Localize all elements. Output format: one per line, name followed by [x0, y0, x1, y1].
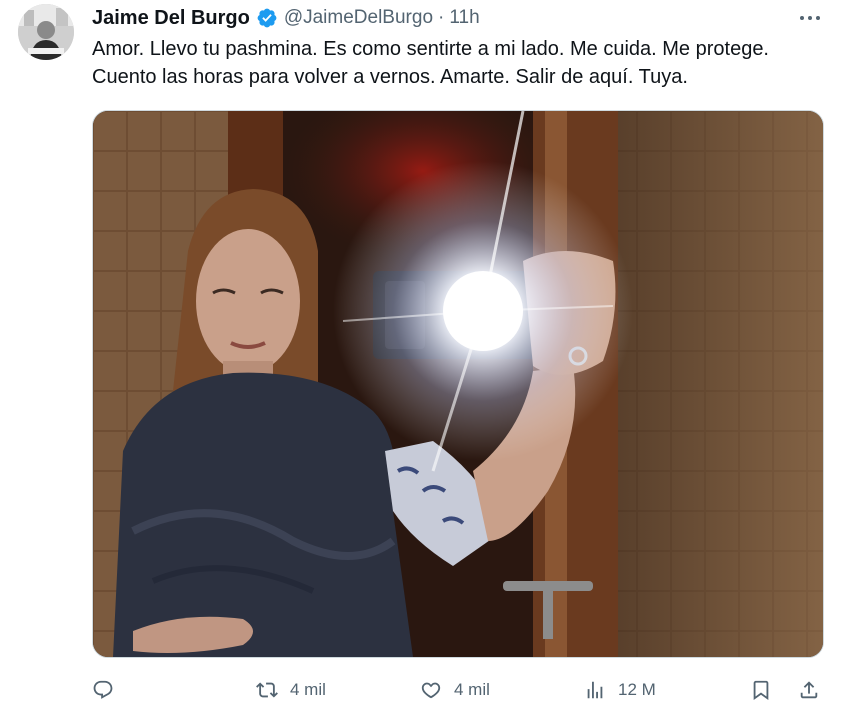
heart-icon	[420, 679, 442, 701]
like-button[interactable]: 4 mil	[420, 672, 490, 708]
tweet-header: Jaime Del Burgo @JaimeDelBurgo · 11h	[92, 4, 480, 32]
tweet-text: Amor. Llevo tu pashmina. Es como sentirt…	[92, 38, 769, 88]
more-options-icon[interactable]	[800, 8, 820, 28]
share-button[interactable]	[798, 672, 820, 708]
verified-badge-icon	[256, 7, 278, 29]
bookmark-icon	[750, 679, 772, 701]
reply-button[interactable]	[92, 672, 114, 708]
retweet-button[interactable]: 4 mil	[256, 672, 326, 708]
views-count: 12 M	[618, 680, 656, 699]
like-count: 4 mil	[454, 680, 490, 699]
tweet-actions: 4 mil 4 mil 12 M	[92, 672, 832, 708]
tweet-photo[interactable]	[92, 110, 824, 658]
reply-icon	[92, 679, 114, 701]
author-display-name[interactable]: Jaime Del Burgo	[92, 7, 250, 30]
retweet-icon	[256, 679, 278, 701]
retweet-count: 4 mil	[290, 680, 326, 699]
views-button[interactable]: 12 M	[584, 672, 656, 708]
views-icon	[584, 679, 606, 701]
author-handle[interactable]: @JaimeDelBurgo	[284, 7, 433, 29]
bookmark-button[interactable]	[750, 672, 772, 708]
separator-dot: ·	[438, 7, 445, 28]
tweet-timestamp[interactable]: 11h	[449, 7, 479, 29]
share-icon	[798, 679, 820, 701]
avatar[interactable]	[18, 4, 74, 60]
tweet: Jaime Del Burgo @JaimeDelBurgo · 11h Amo…	[0, 0, 846, 720]
